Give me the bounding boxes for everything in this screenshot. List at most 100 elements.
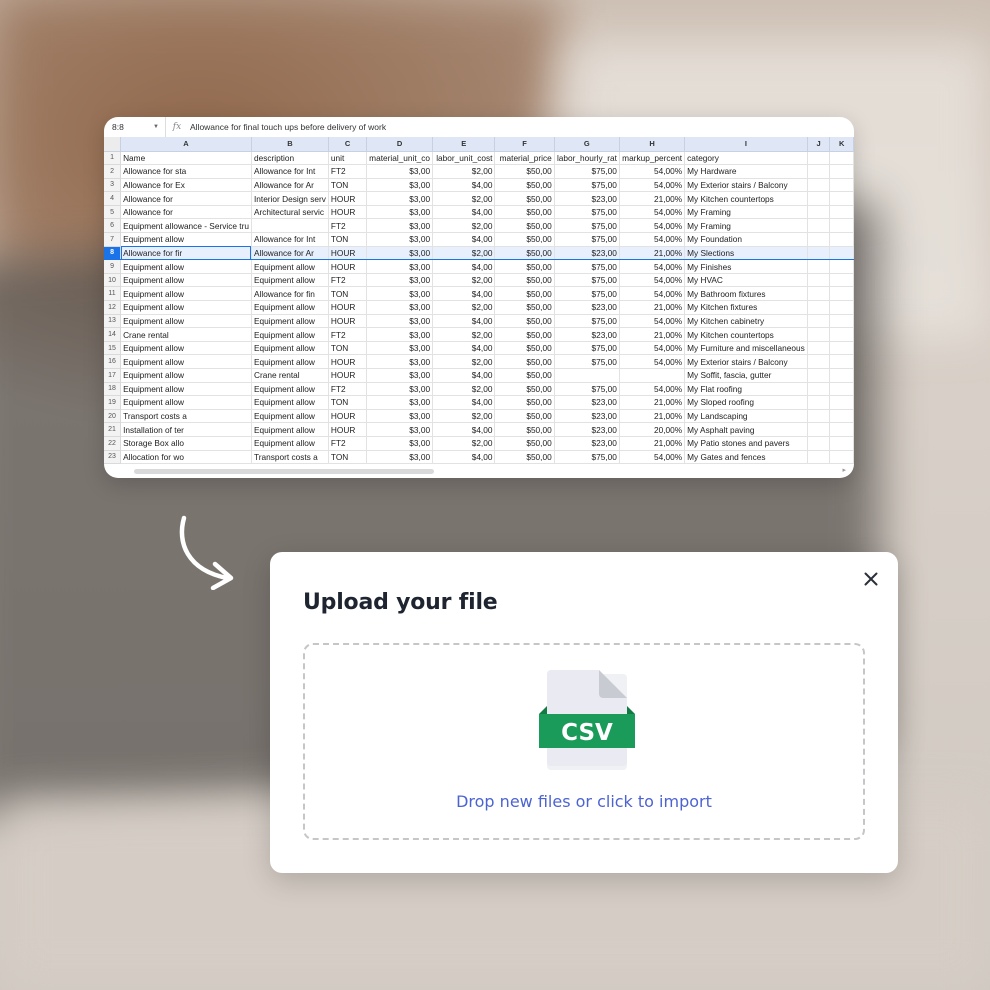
table-cell[interactable]: $3,00 <box>366 218 434 234</box>
table-cell[interactable]: Allowance for Ex <box>120 178 252 193</box>
spreadsheet-grid[interactable]: ABCDEFGHIJK 1 Name description unit material… <box>104 137 854 465</box>
table-cell[interactable]: Crane rental <box>120 327 252 342</box>
column-header[interactable]: A <box>120 137 252 152</box>
table-cell[interactable]: $75,00 <box>554 232 620 247</box>
table-cell[interactable]: My Kitchen countertops <box>684 191 808 206</box>
table-cell[interactable]: My Framing <box>684 205 808 220</box>
table-cell[interactable]: My Hardware <box>684 164 808 179</box>
table-cell[interactable]: My Bathroom fixtures <box>684 286 808 302</box>
table-cell[interactable]: Equipment allow <box>251 395 329 410</box>
table-cell[interactable]: Interior Design serv <box>251 191 329 206</box>
table-cell[interactable]: $2,00 <box>432 327 496 342</box>
table-cell[interactable]: Allowance for Ar <box>251 178 329 193</box>
table-cell[interactable] <box>829 178 854 193</box>
column-header[interactable]: B <box>251 137 329 152</box>
table-cell[interactable] <box>829 151 854 166</box>
row-header[interactable]: 12 <box>104 300 122 315</box>
table-row[interactable]: 12 Equipment allow Equipment allow HOUR $3,0… <box>104 300 854 315</box>
table-cell[interactable]: 21,00% <box>619 191 686 206</box>
row-header[interactable]: 21 <box>104 422 122 437</box>
row-header[interactable]: 11 <box>104 286 122 302</box>
column-header[interactable]: F <box>494 137 555 152</box>
table-cell[interactable]: $50,00 <box>494 191 555 206</box>
horizontal-scrollbar[interactable]: ▸ <box>134 467 846 475</box>
table-cell[interactable] <box>829 450 854 465</box>
table-cell[interactable]: Transport costs a <box>251 450 329 465</box>
table-cell[interactable]: 54,00% <box>619 259 686 274</box>
table-cell[interactable]: FT2 <box>328 218 368 234</box>
row-header[interactable]: 2 <box>104 164 122 179</box>
table-cell[interactable]: FT2 <box>328 327 368 342</box>
table-cell[interactable]: $3,00 <box>366 178 434 193</box>
table-cell[interactable] <box>807 245 831 261</box>
table-cell[interactable]: Equipment allow <box>120 341 252 356</box>
table-cell[interactable] <box>807 382 831 397</box>
table-cell[interactable]: Allowance for Int <box>251 164 329 179</box>
row-header[interactable]: 10 <box>104 273 122 288</box>
table-cell[interactable] <box>807 450 831 465</box>
table-cell[interactable]: $2,00 <box>432 191 496 206</box>
table-cell[interactable] <box>807 151 831 166</box>
table-cell[interactable]: Equipment allow <box>120 273 252 288</box>
row-header[interactable]: 14 <box>104 327 122 342</box>
table-cell[interactable] <box>829 354 854 369</box>
table-cell[interactable]: $50,00 <box>494 382 555 397</box>
table-cell[interactable]: $75,00 <box>554 341 620 356</box>
table-cell[interactable]: $50,00 <box>494 450 555 465</box>
table-cell[interactable]: labor_unit_cost <box>432 151 496 166</box>
table-cell[interactable] <box>807 300 831 315</box>
table-cell[interactable]: $50,00 <box>494 409 555 424</box>
row-header[interactable]: 4 <box>104 191 122 206</box>
table-cell[interactable]: TON <box>328 341 368 356</box>
table-cell[interactable]: HOUR <box>328 205 368 220</box>
table-cell[interactable]: 54,00% <box>619 273 686 288</box>
table-cell[interactable] <box>829 341 854 356</box>
table-cell[interactable]: $2,00 <box>432 382 496 397</box>
table-cell[interactable]: 54,00% <box>619 178 686 193</box>
table-cell[interactable] <box>807 205 831 220</box>
table-cell[interactable]: 21,00% <box>619 436 686 451</box>
table-row[interactable]: 21 Installation of ter Equipment allow HOUR… <box>104 422 854 437</box>
table-cell[interactable] <box>807 354 831 369</box>
table-cell[interactable] <box>829 327 854 342</box>
table-cell[interactable] <box>829 191 854 206</box>
close-icon[interactable] <box>864 572 878 586</box>
table-cell[interactable]: My Slections <box>684 245 808 261</box>
table-cell[interactable]: Transport costs a <box>120 409 252 424</box>
table-cell[interactable]: TON <box>328 232 368 247</box>
table-cell[interactable]: $75,00 <box>554 314 620 329</box>
table-cell[interactable]: material_unit_co <box>366 151 434 166</box>
table-cell[interactable]: Equipment allow <box>120 286 252 302</box>
table-row[interactable]: 18 Equipment allow Equipment allow FT2 $3,00… <box>104 382 854 397</box>
table-cell[interactable]: $50,00 <box>494 164 555 179</box>
table-cell[interactable]: $2,00 <box>432 300 496 315</box>
table-cell[interactable]: 54,00% <box>619 354 686 369</box>
table-cell[interactable]: $23,00 <box>554 409 620 424</box>
table-cell[interactable]: 54,00% <box>619 382 686 397</box>
table-cell[interactable]: Equipment allow <box>251 259 329 274</box>
table-cell[interactable]: $50,00 <box>494 354 555 369</box>
table-row[interactable]: 15 Equipment allow Equipment allow TON $3,00… <box>104 341 854 356</box>
table-cell[interactable] <box>807 164 831 179</box>
import-link[interactable]: Drop new files or click to import <box>305 792 863 811</box>
table-cell[interactable]: $4,00 <box>432 178 496 193</box>
table-cell[interactable]: Equipment allow <box>251 436 329 451</box>
table-row[interactable]: 16 Equipment allow Equipment allow HOUR $3,0… <box>104 354 854 369</box>
table-cell[interactable]: $2,00 <box>432 436 496 451</box>
table-cell[interactable] <box>829 218 854 234</box>
table-cell[interactable]: $2,00 <box>432 245 496 261</box>
table-cell[interactable]: $3,00 <box>366 164 434 179</box>
table-cell[interactable]: My Landscaping <box>684 409 808 424</box>
close-button[interactable] <box>858 566 884 592</box>
table-cell[interactable] <box>829 422 854 437</box>
row-header[interactable]: 16 <box>104 354 122 369</box>
table-cell[interactable] <box>807 368 831 383</box>
table-cell[interactable]: markup_percent <box>619 151 686 166</box>
table-cell[interactable]: Allowance for fir <box>120 245 252 261</box>
table-cell[interactable]: TON <box>328 395 368 410</box>
table-cell[interactable]: $3,00 <box>366 245 434 261</box>
table-cell[interactable]: 54,00% <box>619 232 686 247</box>
table-cell[interactable]: $4,00 <box>432 232 496 247</box>
table-cell[interactable]: $3,00 <box>366 436 434 451</box>
table-cell[interactable]: Allowance for Ar <box>251 245 329 261</box>
